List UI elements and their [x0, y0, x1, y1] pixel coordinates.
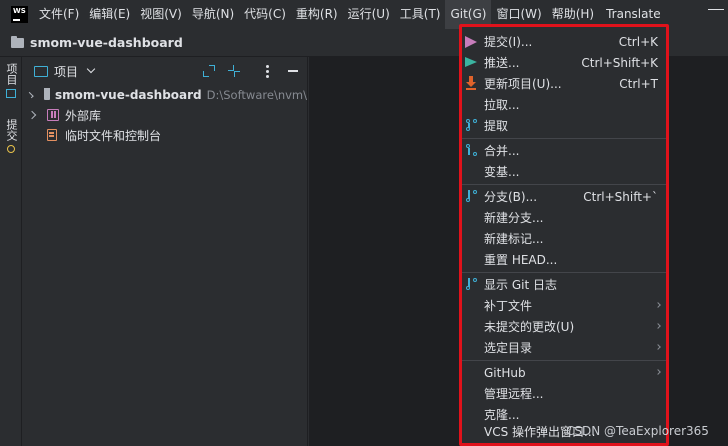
library-icon: [47, 109, 59, 121]
git-show-log-item[interactable]: 显示 Git 日志: [462, 274, 666, 295]
project-folder-icon: [34, 65, 48, 77]
menu-separator: [462, 272, 666, 273]
git-patch-item[interactable]: 补丁文件: [462, 295, 666, 316]
menu-file[interactable]: 文件(F): [34, 0, 84, 29]
tool-tab-project-label: 项目: [5, 63, 18, 85]
left-tool-strip: 项目 提交: [0, 57, 22, 446]
tool-tab-project[interactable]: 项目: [3, 63, 19, 98]
menu-label: 选定目录: [484, 341, 533, 355]
menu-separator: [462, 360, 666, 361]
push-icon: [465, 57, 477, 67]
git-log-icon: [466, 278, 478, 291]
tree-label: 外部库: [65, 108, 102, 123]
menu-tools[interactable]: 工具(T): [395, 0, 446, 29]
menu-label: 推送...: [484, 56, 520, 70]
menu-label: 合并...: [484, 144, 520, 158]
git-manage-remotes-item[interactable]: 管理远程...: [462, 383, 666, 404]
menu-label: GitHub: [484, 365, 526, 380]
menu-label: 新建标记...: [484, 232, 544, 246]
tool-tab-commit-label: 提交: [5, 119, 18, 141]
folder-icon: [11, 35, 24, 48]
menu-label: 更新项目(U)...: [484, 77, 562, 91]
tree-label: 临时文件和控制台: [65, 128, 162, 143]
git-reset-head-item[interactable]: 重置 HEAD...: [462, 249, 666, 270]
menu-label: 新建分支...: [484, 211, 544, 225]
menu-label: 提交(I)...: [484, 35, 533, 49]
tool-tab-commit[interactable]: 提交: [3, 119, 19, 153]
git-uncommitted-item[interactable]: 未提交的更改(U): [462, 316, 666, 337]
commit-icon: [465, 36, 477, 48]
menu-label: 拉取...: [484, 98, 520, 112]
branch-icon: [466, 190, 478, 203]
git-pull-item[interactable]: 拉取...: [462, 94, 666, 115]
project-icon: [6, 89, 16, 98]
git-rebase-item[interactable]: 变基...: [462, 161, 666, 182]
git-github-item[interactable]: GitHub: [462, 362, 666, 383]
git-new-tag-item[interactable]: 新建标记...: [462, 228, 666, 249]
folder-icon: [44, 88, 50, 100]
minimize-icon[interactable]: [708, 9, 724, 10]
menu-edit[interactable]: 编辑(E): [84, 0, 135, 29]
project-panel: 项目 smom-vue-dashboard D:\Software\nvm\ 外…: [23, 57, 308, 446]
menu-run[interactable]: 运行(U): [343, 0, 395, 29]
commit-circle-icon: [7, 145, 15, 153]
git-dropdown-menu: 提交(I)... Ctrl+K 推送... Ctrl+Shift+K 更新项目(…: [459, 24, 669, 446]
menu-code[interactable]: 代码(C): [239, 0, 291, 29]
fetch-icon: [466, 119, 478, 132]
menu-separator: [462, 184, 666, 185]
menu-label: 显示 Git 日志: [484, 278, 557, 292]
menu-label: 分支(B)...: [484, 190, 538, 204]
tree-row-external-libs[interactable]: 外部库: [23, 105, 307, 125]
chevron-right-icon[interactable]: [27, 110, 37, 120]
tree-label: smom-vue-dashboard: [54, 88, 202, 102]
tree-row-project[interactable]: smom-vue-dashboard D:\Software\nvm\: [23, 85, 307, 105]
project-name[interactable]: smom-vue-dashboard: [30, 35, 183, 50]
project-panel-header: 项目: [23, 57, 307, 85]
menu-navigate[interactable]: 导航(N): [187, 0, 239, 29]
menu-label: 管理远程...: [484, 387, 544, 401]
scratch-file-icon: [47, 129, 57, 141]
git-merge-item[interactable]: 合并...: [462, 140, 666, 161]
git-push-item[interactable]: 推送... Ctrl+Shift+K: [462, 52, 666, 73]
chevron-right-icon[interactable]: [27, 91, 34, 99]
shortcut: Ctrl+Shift+`: [583, 189, 658, 204]
git-new-branch-item[interactable]: 新建分支...: [462, 207, 666, 228]
watermark: CSDN @TeaExplorer365: [566, 424, 709, 438]
menu-label: 克隆...: [484, 408, 520, 422]
git-branches-item[interactable]: 分支(B)... Ctrl+Shift+`: [462, 186, 666, 207]
menu-view[interactable]: 视图(V): [135, 0, 187, 29]
collapse-all-icon[interactable]: [228, 65, 240, 77]
menu-separator: [462, 138, 666, 139]
tree-row-scratches[interactable]: 临时文件和控制台: [23, 125, 307, 145]
menu-refactor[interactable]: 重构(R): [291, 0, 343, 29]
hide-panel-icon[interactable]: [288, 70, 298, 72]
tree-path: D:\Software\nvm\: [206, 88, 307, 102]
menu-label: 提取: [484, 119, 509, 133]
shortcut: Ctrl+T: [619, 76, 658, 91]
expand-all-icon[interactable]: [203, 65, 215, 77]
git-commit-item[interactable]: 提交(I)... Ctrl+K: [462, 31, 666, 52]
shortcut: Ctrl+K: [618, 34, 658, 49]
update-icon: [466, 76, 476, 90]
menu-label: 重置 HEAD...: [484, 253, 558, 267]
menu-label: 变基...: [484, 165, 520, 179]
more-options-icon[interactable]: [266, 65, 269, 78]
menu-label: 未提交的更改(U): [484, 320, 575, 334]
git-clone-item[interactable]: 克隆...: [462, 404, 666, 425]
merge-icon: [466, 144, 478, 157]
git-fetch-item[interactable]: 提取: [462, 115, 666, 136]
git-update-item[interactable]: 更新项目(U)... Ctrl+T: [462, 73, 666, 94]
chevron-down-icon[interactable]: [86, 64, 96, 74]
webstorm-logo-icon: WS: [9, 4, 30, 25]
shortcut: Ctrl+Shift+K: [581, 55, 658, 70]
menu-label: 补丁文件: [484, 299, 533, 313]
panel-title[interactable]: 项目: [54, 63, 78, 80]
git-selected-dir-item[interactable]: 选定目录: [462, 337, 666, 358]
